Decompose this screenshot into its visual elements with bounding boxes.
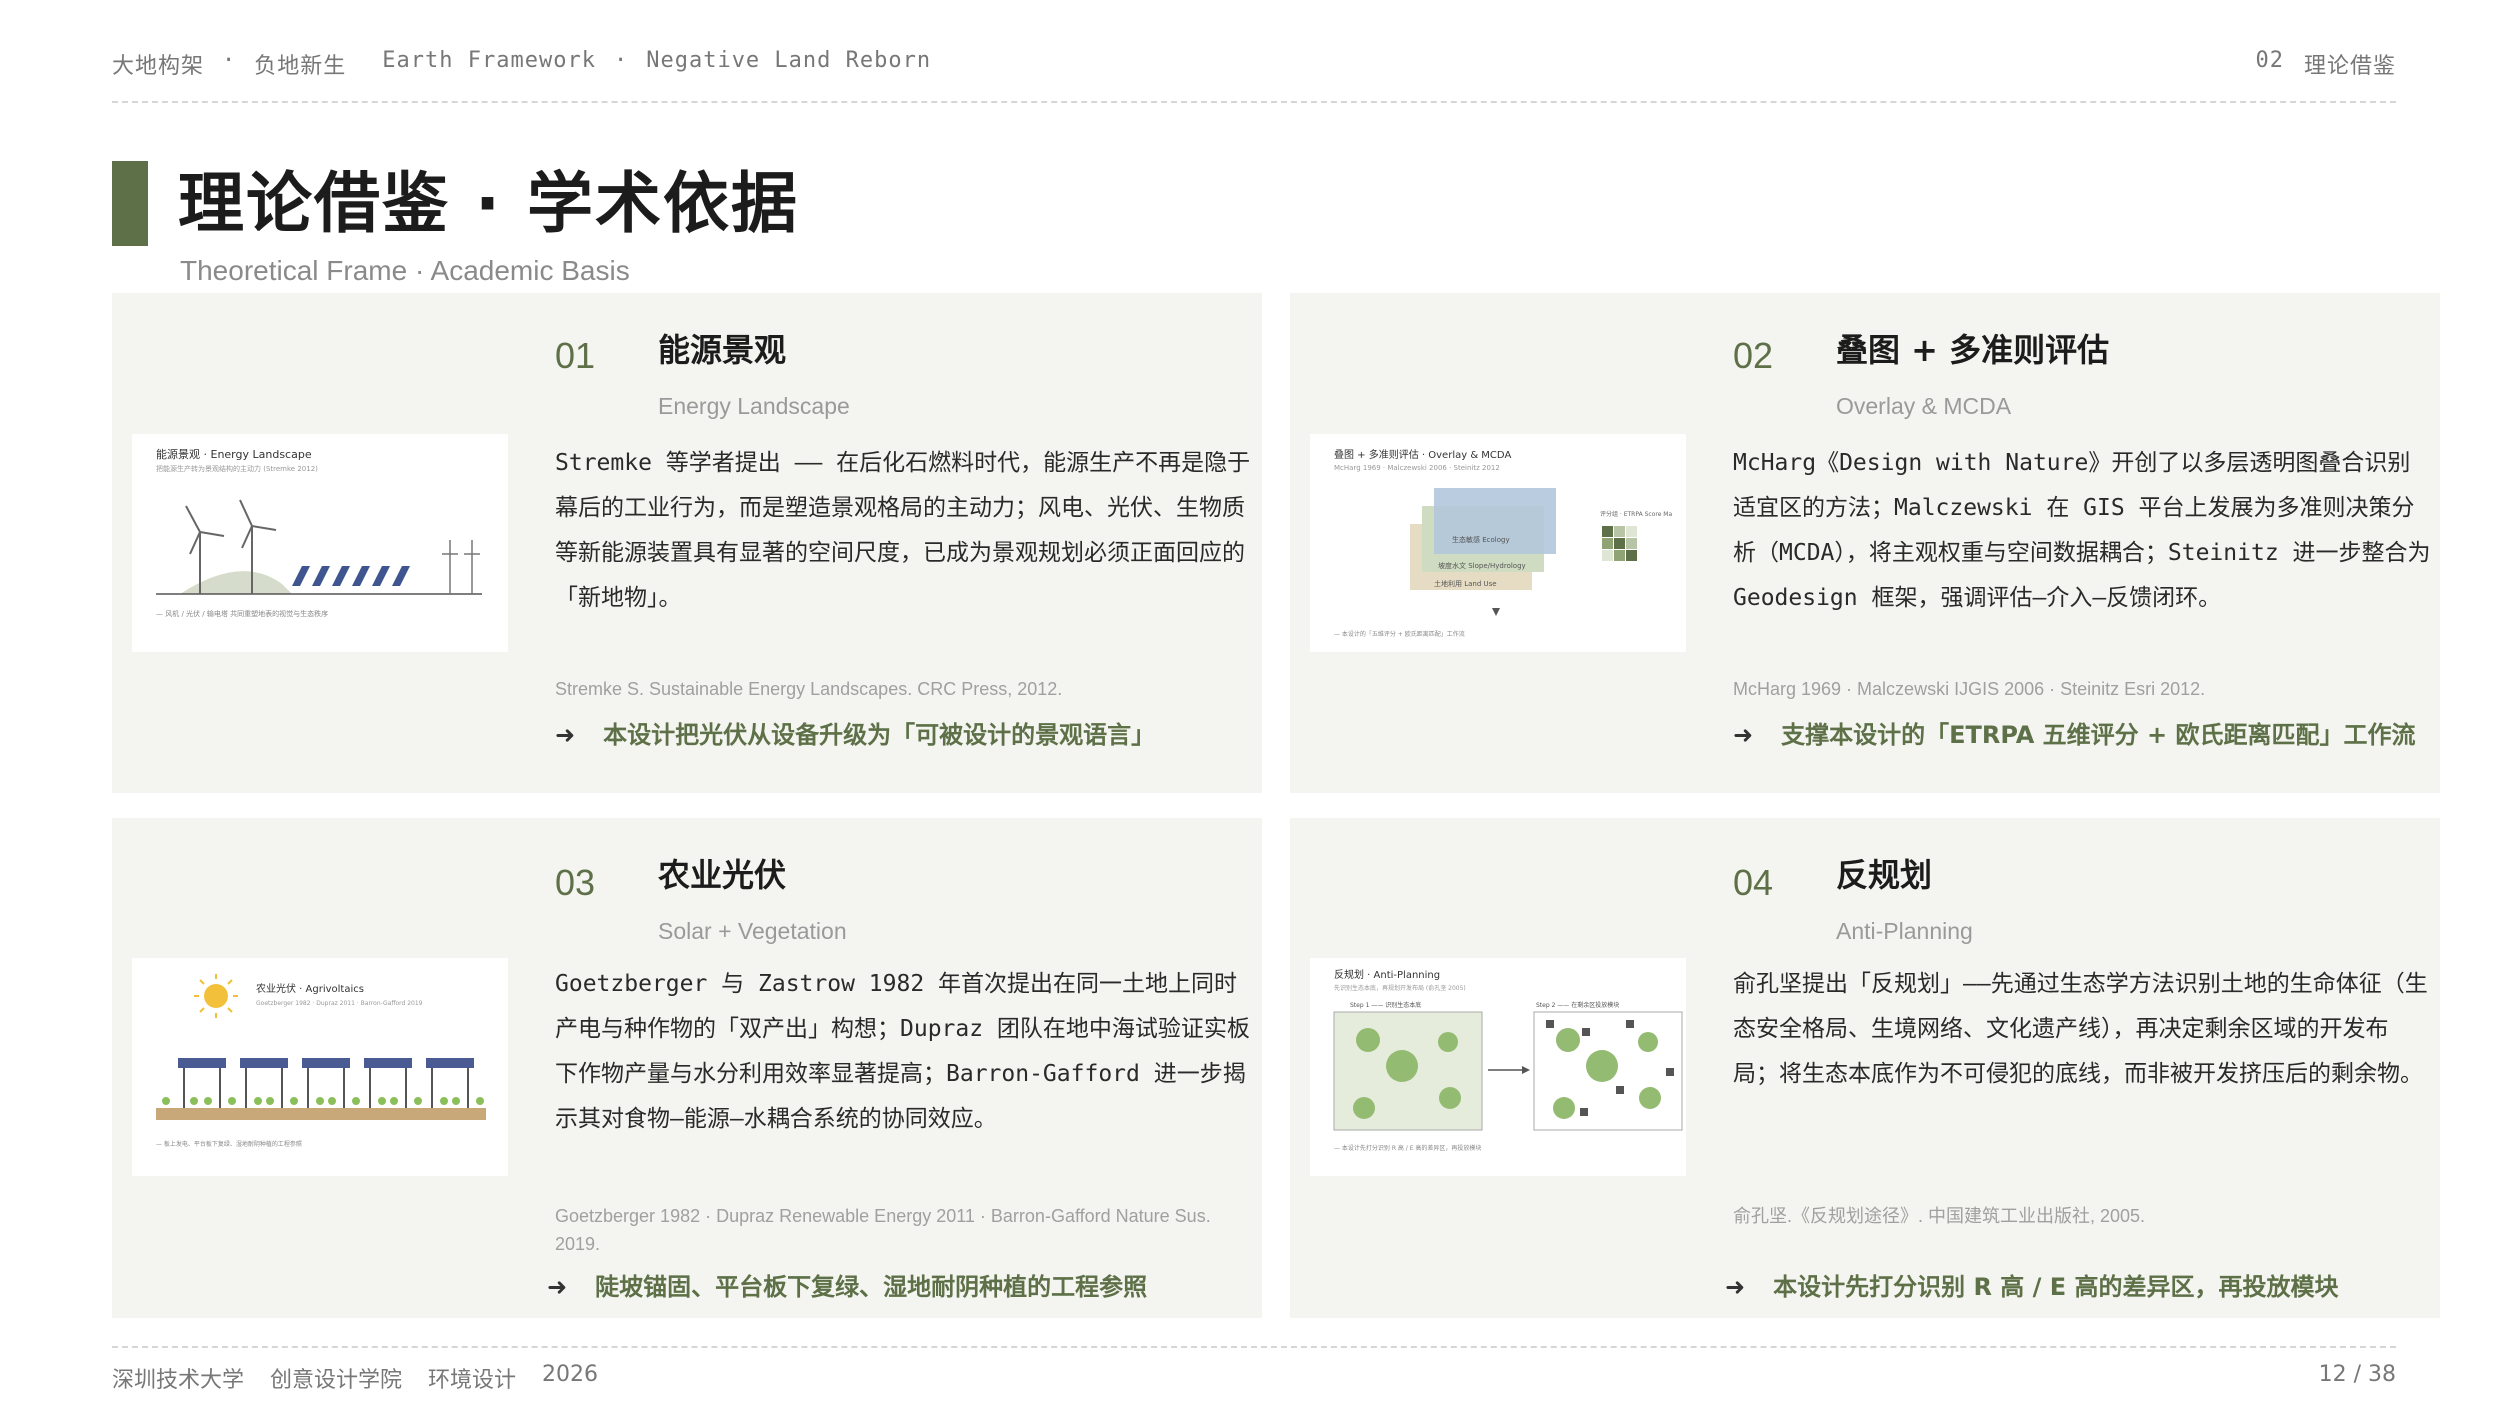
step-label: Step 2 —— 在剩余区投放模块 <box>1536 1001 1619 1009</box>
crop-row-icon <box>162 1097 484 1105</box>
solar-panel-icon <box>292 566 410 586</box>
thumb-title: 叠图 + 多准则评估 · Overlay & MCDA <box>1334 448 1511 461</box>
pv-canopy-icon <box>178 1058 474 1108</box>
agrivoltaics-diagram: 农业光伏 · Agrivoltaics Goetzberger 1982 · D… <box>132 958 508 1176</box>
card-reference: McHarg 1969 · Malczewski IJGIS 2006 · St… <box>1733 679 2206 699</box>
card-subtitle: Anti-Planning <box>1836 918 1973 944</box>
card-body: Goetzberger 与 Zastrow 1982 年首次提出在同一土地上同时… <box>555 971 1250 1132</box>
header-breadcrumb: 大地构架 · 负地新生 Earth Framework · Negative L… <box>112 48 931 80</box>
card-overlay-mcda: 叠图 + 多准则评估 · Overlay & MCDA McHarg 1969 … <box>1290 293 2440 793</box>
header-separator: · <box>613 48 629 73</box>
header-divider <box>112 101 2396 103</box>
power-tower-icon <box>442 540 480 594</box>
arrow-right-icon: ➜ <box>1733 721 1754 749</box>
header-item: Earth Framework <box>382 48 596 73</box>
footer-university: 深圳技术大学 <box>112 1368 245 1393</box>
card-takeaway: ➜ 陡坡锚固、平台板下复绿、湿地耐阴种植的工程参照 <box>547 1269 1257 1306</box>
arrow-right-icon <box>1522 1066 1530 1074</box>
card-energy-landscape: 能源景观 · Energy Landscape 把能源生产转为景观结构的主动力 … <box>112 293 1262 793</box>
card-number: 03 <box>555 862 596 903</box>
thumb-title: 农业光伏 · Agrivoltaics <box>256 982 364 995</box>
down-arrow-icon <box>1492 608 1500 616</box>
card-number: 02 <box>1733 335 1774 376</box>
card-subtitle: Energy Landscape <box>658 393 850 419</box>
score-label: 评分组 · ETRPA Score Ma <box>1600 510 1672 518</box>
footer-year: 2026 <box>542 1362 599 1387</box>
card-title: 能源景观 <box>658 331 787 369</box>
takeaway-text: 陡坡锚固、平台板下复绿、湿地耐阴种植的工程参照 <box>595 1273 1148 1301</box>
takeaway-text: 支撑本设计的「ETRPA 五维评分 + 欧氏距离匹配」工作流 <box>1781 721 2416 749</box>
thumb-title: 能源景观 · Energy Landscape <box>156 447 312 461</box>
layer-label: 土地利用 Land Use <box>1434 579 1497 588</box>
footer-divider <box>112 1346 2396 1348</box>
card-title: 反规划 <box>1836 856 1933 894</box>
card-body: Stremke 等学者提出 —— 在后化石燃料时代，能源生产不再是隐于幕后的工业… <box>555 450 1251 611</box>
thumb-note: Goetzberger 1982 · Dupraz 2011 · Barron-… <box>256 1000 423 1007</box>
layer-label: 生态敏感 Ecology <box>1452 535 1510 544</box>
card-anti-planning: 反规划 · Anti-Planning 先识别生态本底，再规划开发布局 (俞孔坚… <box>1290 818 2440 1318</box>
overlay-mcda-diagram: 叠图 + 多准则评估 · Overlay & MCDA McHarg 1969 … <box>1310 434 1686 652</box>
card-number: 01 <box>555 335 596 376</box>
thumb-caption: — 板上发电、平台板下复绿、湿地耐阴种植的工程参照 <box>156 1140 302 1148</box>
card-number: 04 <box>1733 862 1774 903</box>
card-subtitle: Solar + Vegetation <box>658 918 847 944</box>
section-name: 理论借鉴 <box>2303 54 2396 79</box>
card-takeaway: ➜ 本设计把光伏从设备升级为「可被设计的景观语言」 <box>555 717 1265 754</box>
footer-credits: 深圳技术大学 创意设计学院 环境设计 2026 <box>112 1362 598 1394</box>
footer-bar: 深圳技术大学 创意设计学院 环境设计 2026 12 / 38 <box>112 1362 2396 1394</box>
card-body: 俞孔坚提出「反规划」——先通过生态学方法识别土地的生命体征（生态安全格局、生境网… <box>1733 971 2428 1087</box>
footer-college: 创意设计学院 <box>270 1368 403 1393</box>
card-subtitle: Overlay & MCDA <box>1836 393 2012 419</box>
header-item: 负地新生 <box>254 54 347 79</box>
energy-landscape-diagram: 能源景观 · Energy Landscape 把能源生产转为景观结构的主动力 … <box>132 434 508 652</box>
layer-label: 坡度水文 Slope/Hydrology <box>1438 561 1526 570</box>
title-accent-bar <box>112 161 148 246</box>
header-separator: · <box>222 48 237 73</box>
sun-icon <box>194 974 238 1018</box>
takeaway-text: 本设计把光伏从设备升级为「可被设计的景观语言」 <box>603 721 1156 749</box>
header-section: 02 理论借鉴 <box>2255 48 2396 80</box>
page-number: 12 / 38 <box>2318 1362 2396 1387</box>
card-agrivoltaics: 农业光伏 · Agrivoltaics Goetzberger 1982 · D… <box>112 818 1262 1318</box>
thumb-title: 反规划 · Anti-Planning <box>1334 968 1440 981</box>
thumb-note: 先识别生态本底，再规划开发布局 (俞孔坚 2005) <box>1334 984 1466 992</box>
header-item: 大地构架 <box>112 54 205 79</box>
card-reference: Goetzberger 1982 · Dupraz Renewable Ener… <box>555 1206 1211 1254</box>
arrow-right-icon: ➜ <box>1725 1273 1746 1301</box>
footer-major: 环境设计 <box>428 1368 517 1393</box>
header-item: Negative Land Reborn <box>646 48 932 73</box>
thumb-caption: — 风机 / 光伏 / 输电塔 共同重塑地表的视觉与生态秩序 <box>156 609 328 618</box>
header-bar: 大地构架 · 负地新生 Earth Framework · Negative L… <box>112 48 2396 84</box>
step-label: Step 1 —— 识别生态本底 <box>1350 1001 1421 1009</box>
card-reference: 俞孔坚.《反规划途径》. 中国建筑工业出版社, 2005. <box>1733 1206 2146 1226</box>
score-matrix-icon <box>1602 526 1637 561</box>
card-title: 叠图 + 多准则评估 <box>1836 331 2110 369</box>
card-title: 农业光伏 <box>658 856 787 894</box>
card-body: McHarg《Design with Nature》开创了以多层透明图叠合识别适… <box>1733 450 2431 611</box>
takeaway-text: 本设计先打分识别 R 高 / E 高的差异区，再投放模块 <box>1773 1273 2339 1301</box>
arrow-right-icon: ➜ <box>547 1273 568 1301</box>
arrow-right-icon: ➜ <box>555 721 576 749</box>
thumb-note: McHarg 1969 · Malczewski 2006 · Steinitz… <box>1334 464 1500 472</box>
thumb-caption: — 本设计的「五维评分 + 欧氏距离匹配」工作流 <box>1334 630 1465 638</box>
anti-planning-diagram: 反规划 · Anti-Planning 先识别生态本底，再规划开发布局 (俞孔坚… <box>1310 958 1686 1176</box>
card-reference: Stremke S. Sustainable Energy Landscapes… <box>555 679 1063 699</box>
section-number: 02 <box>2255 48 2284 73</box>
thumb-caption: — 本设计先打分识别 R 高 / E 高的差异区，再投放模块 <box>1334 1144 1481 1152</box>
page-subtitle: Theoretical Frame · Academic Basis <box>180 255 630 286</box>
page-title: 理论借鉴 · 学术依据 <box>178 165 800 242</box>
thumb-note: 把能源生产转为景观结构的主动力 (Stremke 2012) <box>156 464 318 473</box>
card-takeaway: ➜ 支撑本设计的「ETRPA 五维评分 + 欧氏距离匹配」工作流 <box>1733 717 2443 754</box>
card-takeaway: ➜ 本设计先打分识别 R 高 / E 高的差异区，再投放模块 <box>1725 1269 2435 1306</box>
